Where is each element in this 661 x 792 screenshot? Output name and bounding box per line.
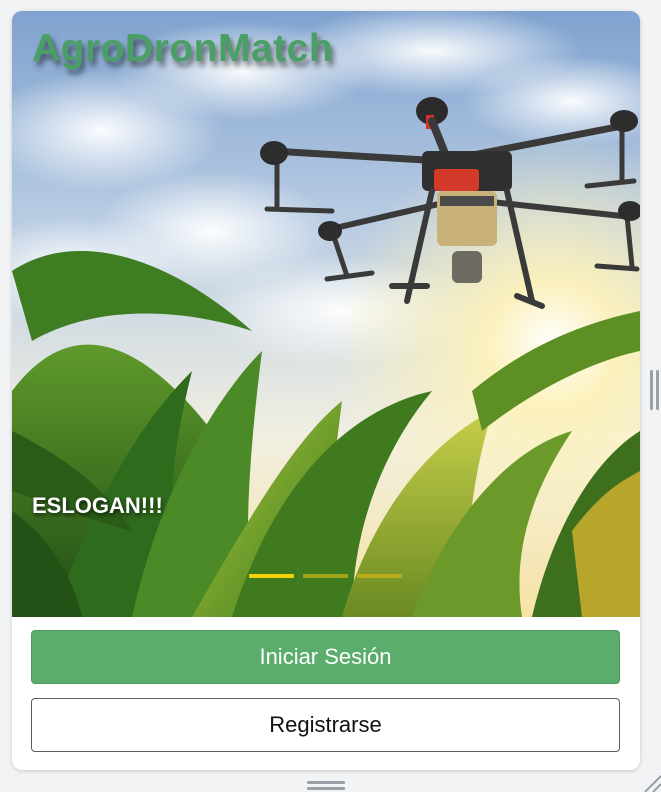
side-resize-handle[interactable] bbox=[650, 370, 659, 410]
carousel-indicator-3[interactable] bbox=[357, 574, 402, 578]
hero-carousel[interactable]: AgroDronMatch ESLOGAN!!! bbox=[12, 11, 640, 617]
register-button[interactable]: Registrarse bbox=[31, 698, 620, 752]
login-button[interactable]: Iniciar Sesión bbox=[31, 630, 620, 684]
carousel-indicator-2[interactable] bbox=[303, 574, 348, 578]
slogan-text: ESLOGAN!!! bbox=[32, 493, 163, 518]
carousel-indicator-1[interactable] bbox=[249, 574, 294, 578]
corner-resize-grip-icon[interactable] bbox=[641, 772, 661, 792]
hero-image bbox=[12, 11, 640, 617]
bottom-resize-handle[interactable] bbox=[307, 779, 345, 791]
welcome-card: AgroDronMatch ESLOGAN!!! Iniciar Sesión … bbox=[12, 11, 640, 770]
brand-title: AgroDronMatch bbox=[32, 27, 334, 70]
